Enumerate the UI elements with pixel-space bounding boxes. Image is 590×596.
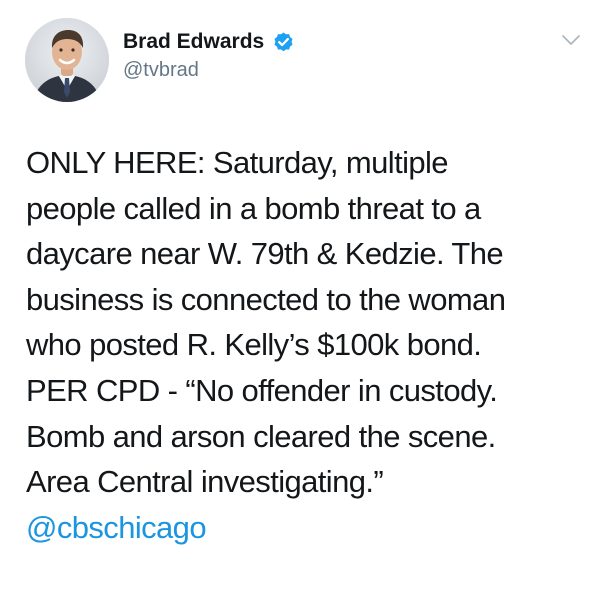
tweet-text-line: people called in a bomb threat to a — [26, 190, 481, 226]
avatar-image — [25, 18, 109, 102]
tweet-card: Brad Edwards @tvbrad ONLY HERE: Saturday… — [0, 0, 590, 596]
name-row: Brad Edwards — [123, 28, 295, 56]
mention-link[interactable]: @cbschicago — [26, 505, 582, 551]
tweet-text: ONLY HERE: Saturday, multiple people cal… — [26, 140, 582, 550]
chevron-down-icon[interactable] — [561, 33, 581, 47]
tweet-text-line: PER CPD - “No offender in custody. — [26, 372, 498, 408]
tweet-text-line: ONLY HERE: Saturday, multiple — [26, 145, 449, 180]
tweet-text-line: Area Central investigating.” — [26, 464, 384, 500]
tweet-text-line: Bomb and arson cleared the scene. — [26, 418, 496, 454]
verified-badge-icon — [272, 31, 295, 54]
user-handle[interactable]: @tvbrad — [123, 59, 295, 82]
display-name[interactable]: Brad Edwards — [123, 30, 264, 54]
tweet-text-line: daycare near W. 79th & Kedzie. The — [26, 236, 504, 272]
avatar[interactable] — [25, 18, 109, 102]
tweet-text-line: business is connected to the woman — [26, 281, 506, 317]
tweet-text-line: who posted R. Kelly’s $100k bond. — [26, 327, 482, 363]
tweet-header: Brad Edwards @tvbrad — [123, 28, 295, 82]
